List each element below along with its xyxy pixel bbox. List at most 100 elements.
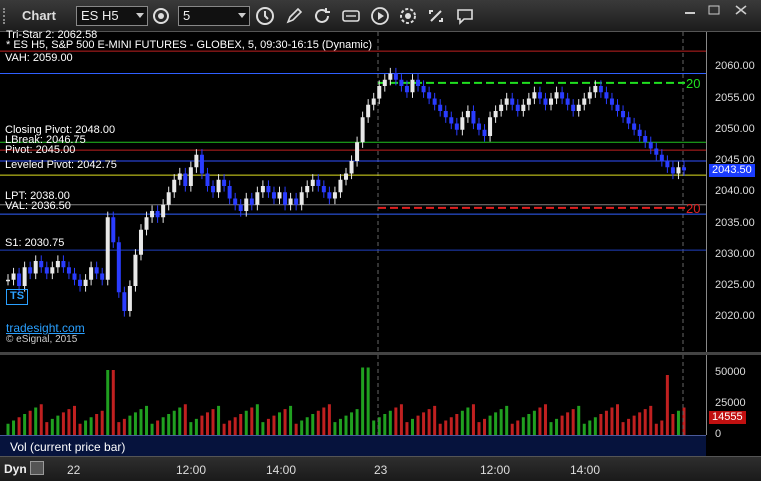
volume-bar: [178, 407, 182, 435]
volume-bar: [350, 412, 354, 435]
candle-body: [355, 142, 360, 161]
candle-body: [55, 261, 60, 268]
interval-value: 5: [183, 8, 191, 23]
volume-bar: [39, 404, 43, 435]
volume-bar: [438, 423, 442, 435]
volume-bar: [627, 418, 631, 435]
chevron-down-icon[interactable]: [238, 13, 246, 18]
settings-icon[interactable]: [397, 5, 419, 27]
volume-bar: [444, 420, 448, 435]
candle-body: [449, 117, 454, 124]
candle-body: [66, 267, 71, 274]
candle-body: [72, 273, 77, 280]
candle-body: [44, 267, 49, 274]
volume-bar: [311, 414, 315, 435]
volume-bar: [521, 417, 525, 435]
chart-toolbar: Chart ES H5 5: [0, 0, 761, 32]
candle-body: [659, 154, 664, 161]
candle-body: [11, 273, 16, 280]
candle-body: [28, 267, 33, 274]
time-axis[interactable]: Dyn 22 12:00 14:00 23 12:00 14:00: [0, 456, 761, 481]
volume-bar: [665, 375, 669, 435]
volume-bar: [338, 418, 342, 435]
candle-body: [532, 92, 537, 99]
setup-marker-label: 20: [686, 76, 700, 91]
current-volume-tag: 14555: [709, 410, 746, 424]
tradesight-link[interactable]: tradesight.com: [6, 321, 85, 335]
symbol-settings-icon[interactable]: [150, 5, 172, 27]
symbol-combo[interactable]: ES H5: [76, 6, 148, 26]
candle-body: [582, 98, 587, 105]
candle-body: [294, 198, 299, 205]
candle-body: [404, 86, 409, 93]
volume-bar: [549, 422, 553, 435]
volume-bar: [516, 420, 520, 435]
current-price-tag: 2043.50: [709, 164, 755, 178]
minimize-icon[interactable]: [683, 2, 697, 14]
candle-body: [393, 73, 398, 80]
price-tick-label: 2020.00: [715, 310, 755, 323]
volume-chart[interactable]: [0, 355, 706, 435]
volume-bar: [316, 410, 320, 435]
toolbar-grip[interactable]: [3, 8, 9, 24]
link-icon[interactable]: [425, 5, 447, 27]
candle-body: [344, 173, 348, 180]
price-axis[interactable]: 2060.00 2055.00 2050.00 2045.00 2040.00 2035.…: [706, 32, 761, 352]
esignal-copyright: © eSignal, 2015: [6, 334, 78, 345]
volume-study-bar[interactable]: Vol (current price bar): [0, 435, 706, 456]
close-icon[interactable]: [734, 2, 748, 15]
candle-body: [587, 92, 592, 99]
price-chart[interactable]: 2020: [0, 32, 706, 352]
template-icon[interactable]: [340, 5, 362, 27]
volume-bar: [122, 418, 126, 435]
candle-body: [682, 167, 686, 171]
window-title: Chart: [22, 8, 56, 23]
dynamic-toggle-button[interactable]: [30, 461, 44, 475]
candle-body: [443, 111, 448, 118]
candle-body: [100, 273, 105, 280]
candle-body: [493, 111, 498, 118]
setup-marker-label: 20: [686, 201, 700, 216]
volume-axis[interactable]: 50000 25000 0 14555: [706, 355, 761, 440]
volume-bar: [294, 423, 298, 435]
volume-bar: [616, 404, 620, 435]
refresh-icon[interactable]: [311, 5, 333, 27]
candle-body: [499, 104, 504, 111]
candle-body: [277, 192, 282, 199]
interval-combo[interactable]: 5: [178, 6, 250, 26]
volume-bar: [255, 404, 259, 435]
price-pane[interactable]: 20 20 Tri-Star 2: 2062.58 * ES H5, S&P 50…: [0, 29, 706, 352]
candle-body: [155, 211, 160, 218]
candle-body: [183, 173, 188, 186]
volume-bar: [643, 409, 647, 435]
volume-bar: [211, 409, 215, 435]
candle-body: [515, 104, 520, 111]
candle-body: [249, 198, 254, 205]
pencil-icon[interactable]: [283, 5, 305, 27]
volume-pane[interactable]: [0, 355, 706, 435]
volume-bar: [45, 422, 49, 435]
candle-body: [554, 92, 559, 99]
candle-body: [676, 167, 681, 174]
candle-body: [476, 123, 481, 130]
volume-bar: [560, 415, 564, 435]
chevron-down-icon[interactable]: [136, 13, 144, 18]
comment-icon[interactable]: [454, 5, 476, 27]
volume-bar: [399, 404, 403, 435]
volume-bar: [228, 420, 232, 435]
volume-bar: [278, 412, 282, 435]
volume-bar: [471, 404, 475, 435]
volume-bar: [261, 422, 265, 435]
candle-body: [349, 161, 354, 174]
volume-bar: [217, 405, 221, 435]
clock-icon[interactable]: [254, 5, 276, 27]
volume-bar: [233, 417, 237, 435]
candle-body: [338, 179, 343, 193]
level-vah: VAH: 2059.00: [5, 52, 73, 64]
maximize-icon[interactable]: [707, 2, 721, 15]
volume-bar: [505, 405, 509, 435]
candle-body: [116, 242, 121, 293]
volume-bar: [23, 414, 27, 435]
volume-bar: [266, 418, 270, 435]
play-icon[interactable]: [369, 5, 391, 27]
